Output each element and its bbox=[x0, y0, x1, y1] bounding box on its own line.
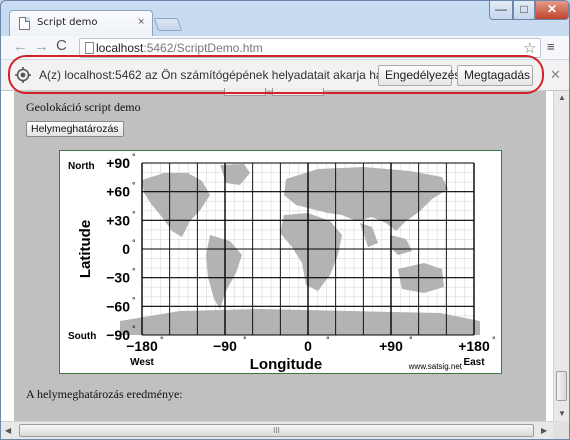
scroll-left-icon[interactable]: ◀ bbox=[5, 426, 11, 435]
allow-button[interactable]: Engedélyezés bbox=[378, 65, 460, 86]
horizontal-scroll-thumb[interactable]: III bbox=[19, 424, 534, 437]
x-axis-label: Longitude bbox=[250, 356, 322, 373]
scrollbar-corner bbox=[553, 421, 569, 439]
new-tab-button[interactable] bbox=[153, 18, 183, 31]
maximize-button[interactable]: □ bbox=[513, 1, 535, 20]
tab-close-icon[interactable]: × bbox=[138, 16, 144, 28]
longitude-tick-label: +90 bbox=[379, 338, 403, 354]
degree-mark: ° bbox=[132, 209, 136, 219]
west-label: West bbox=[130, 357, 154, 368]
page-title: Geolokáció script demo bbox=[26, 100, 141, 114]
page-viewport: Geolokáció script demo Helymeghatározás bbox=[1, 88, 553, 421]
y-axis-label: Latitude bbox=[77, 220, 94, 278]
north-label: North bbox=[68, 161, 95, 172]
infobar-message: A(z) localhost:5462 az Ön számítógépének… bbox=[39, 68, 405, 82]
world-map-svg: +90 °+60 °+30 °0 °−30 °−60 °−90 °−180 ° −90 ° 0 ° +90… bbox=[68, 152, 496, 373]
latitude-tick-label: +90 bbox=[106, 155, 130, 171]
latitude-tick-label: −30 bbox=[106, 270, 130, 286]
vertical-scrollbar[interactable]: ▲ ▼ bbox=[553, 91, 569, 421]
latitude-tick-label: 0 bbox=[122, 241, 130, 257]
degree-mark: ° bbox=[132, 295, 136, 305]
longitude-tick-label: 0 bbox=[304, 338, 312, 354]
result-label: A helymeghatározás eredménye: bbox=[26, 387, 183, 401]
latitude-tick-label: +30 bbox=[106, 212, 130, 228]
page-icon bbox=[85, 42, 94, 54]
url-host: localhost bbox=[96, 41, 144, 55]
degree-mark: ° bbox=[132, 324, 136, 334]
reload-icon[interactable]: C bbox=[56, 37, 67, 54]
degree-mark: ° bbox=[132, 181, 136, 191]
scroll-right-icon[interactable]: ▶ bbox=[541, 426, 547, 435]
degree-mark: ° bbox=[132, 267, 136, 277]
south-label: South bbox=[68, 331, 96, 342]
bookmark-star-icon[interactable]: ☆ bbox=[523, 39, 536, 57]
degree-mark: ° bbox=[243, 335, 247, 345]
address-bar[interactable]: localhost:5462/ScriptDemo.htm ☆ bbox=[79, 38, 541, 58]
tab-script-demo[interactable]: Script demo × bbox=[9, 10, 153, 36]
scroll-up-icon[interactable]: ▲ bbox=[558, 93, 566, 102]
degree-mark: ° bbox=[409, 335, 413, 345]
latitude-tick-label: +60 bbox=[106, 184, 130, 200]
longitude-tick-label: −90 bbox=[213, 338, 237, 354]
degree-mark: ° bbox=[326, 335, 330, 345]
url-text[interactable]: localhost:5462/ScriptDemo.htm bbox=[96, 41, 263, 55]
latitude-tick-label: −60 bbox=[106, 298, 130, 314]
window-close-button[interactable]: ✕ bbox=[535, 1, 569, 20]
page-favicon-icon bbox=[19, 17, 30, 30]
tab-title: Script demo bbox=[37, 17, 98, 28]
browser-toolbar: ← → C localhost:5462/ScriptDemo.htm ☆ ≡ bbox=[1, 36, 569, 60]
back-arrow-icon[interactable]: ← bbox=[13, 38, 28, 55]
menu-icon[interactable]: ≡ bbox=[547, 39, 555, 54]
obscured-buttons bbox=[224, 83, 330, 101]
browser-window: Script demo × — □ ✕ ← → C localhost:5462… bbox=[0, 0, 570, 440]
longitude-tick-label: −180 bbox=[126, 338, 158, 354]
vertical-scroll-thumb[interactable] bbox=[556, 371, 567, 401]
url-path: :5462/ScriptDemo.htm bbox=[143, 41, 263, 55]
degree-mark: ° bbox=[160, 335, 164, 345]
degree-mark: ° bbox=[132, 152, 136, 162]
location-target-icon bbox=[15, 67, 31, 83]
page-left-margin bbox=[1, 91, 11, 421]
degree-mark: ° bbox=[492, 335, 496, 345]
east-label: East bbox=[463, 357, 485, 368]
map-credit: www.satsig.net bbox=[408, 362, 463, 371]
longitude-tick-label: +180 bbox=[458, 338, 490, 354]
world-map: +90 ° +60 ° +30 ° 0 ° −30 ° −60 ° −90 ° −180 ° −90 ° 0 ° +90… bbox=[59, 150, 502, 374]
minimize-button[interactable]: — bbox=[489, 1, 513, 20]
locate-button[interactable]: Helymeghatározás bbox=[26, 121, 124, 137]
deny-button[interactable]: Megtagadás bbox=[457, 65, 533, 86]
scroll-down-icon[interactable]: ▼ bbox=[558, 409, 566, 418]
degree-mark: ° bbox=[132, 238, 136, 248]
forward-arrow-icon[interactable]: → bbox=[34, 38, 49, 55]
page-content: Geolokáció script demo Helymeghatározás bbox=[14, 88, 546, 421]
infobar-close-icon[interactable]: ✕ bbox=[550, 67, 561, 83]
horizontal-scrollbar[interactable]: ◀ III ▶ bbox=[1, 421, 569, 439]
